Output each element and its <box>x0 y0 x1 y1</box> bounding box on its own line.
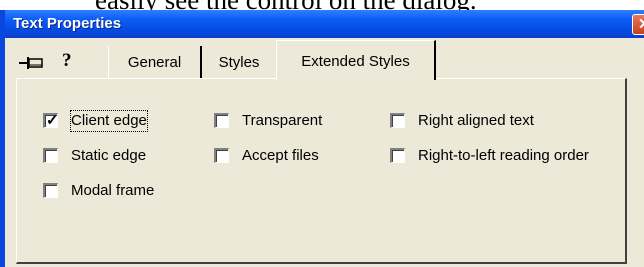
checkbox-right-to-left-reading-order-box[interactable] <box>390 148 405 163</box>
text-properties-dialog: Text Properties ✕ ? General Styles Exten… <box>0 10 644 267</box>
checkbox-transparent-label: Transparent <box>242 112 323 129</box>
pin-icon[interactable] <box>18 55 44 71</box>
extended-styles-panel: ✓ Client edge Static edge Modal frame Tr… <box>16 78 627 264</box>
checkbox-static-edge-label: Static edge <box>71 147 147 164</box>
checkbox-client-edge-label: Client edge <box>70 110 148 132</box>
checkbox-right-aligned-text-box[interactable] <box>390 113 405 128</box>
help-icon[interactable]: ? <box>62 50 72 72</box>
tab-extended-styles[interactable]: Extended Styles <box>276 40 436 80</box>
checkbox-right-to-left-reading-order-label: Right-to-left reading order <box>418 147 589 164</box>
tab-general[interactable]: General <box>108 46 200 79</box>
check-icon: ✓ <box>46 112 59 129</box>
tab-styles-label: Styles <box>218 54 260 71</box>
checkbox-transparent-box[interactable] <box>214 113 229 128</box>
tab-extended-styles-label: Extended Styles <box>301 53 410 70</box>
checkbox-modal-frame-box[interactable] <box>43 183 58 198</box>
checkbox-accept-files-label: Accept files <box>242 147 319 164</box>
close-icon: ✕ <box>638 16 644 33</box>
checkbox-static-edge-box[interactable] <box>43 148 58 163</box>
title-bar[interactable]: Text Properties ✕ <box>5 10 644 38</box>
tab-styles[interactable]: Styles <box>200 46 276 79</box>
tab-general-label: General <box>127 54 182 71</box>
dialog-title: Text Properties <box>13 15 122 32</box>
checkbox-accept-files-box[interactable] <box>214 148 229 163</box>
checkbox-right-aligned-text-label: Right aligned text <box>418 112 534 129</box>
checkbox-client-edge-box[interactable]: ✓ <box>43 112 59 129</box>
close-button[interactable]: ✕ <box>632 14 644 35</box>
checkbox-modal-frame-label: Modal frame <box>71 182 155 199</box>
